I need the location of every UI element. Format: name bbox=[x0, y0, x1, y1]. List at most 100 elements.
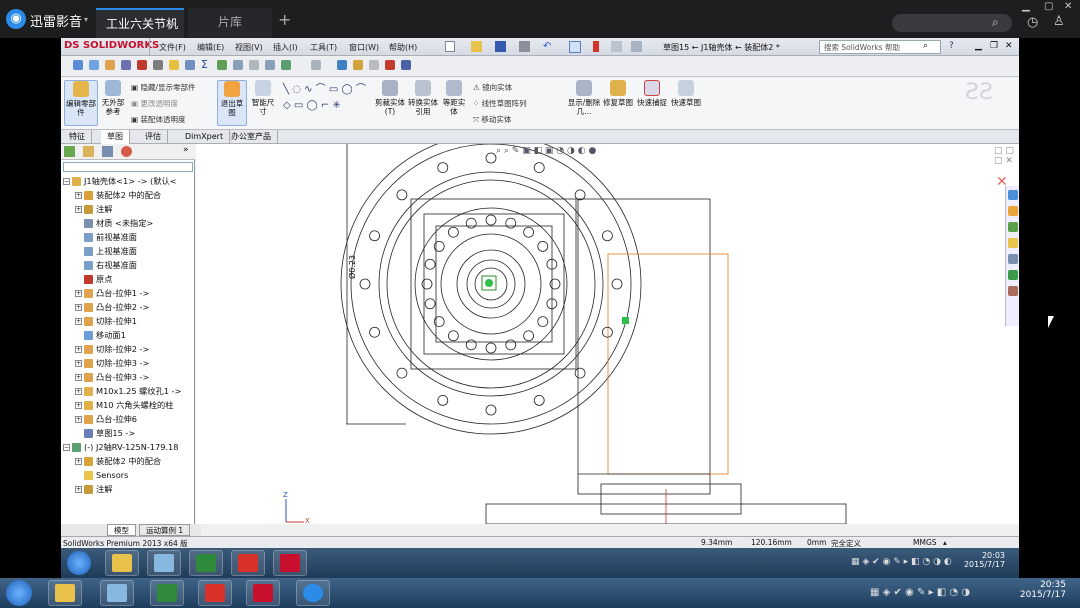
new-icon[interactable] bbox=[445, 41, 455, 52]
solidworks-taskbar-icon[interactable] bbox=[246, 580, 280, 606]
tree-expander-icon[interactable]: + bbox=[75, 346, 82, 353]
mirror-entities[interactable]: ⚠ 镜向实体 bbox=[473, 82, 512, 93]
paint-icon[interactable] bbox=[147, 550, 181, 576]
user-icon[interactable]: ♙ bbox=[1053, 14, 1065, 29]
start-orb-icon[interactable] bbox=[67, 551, 91, 575]
tree-item[interactable]: 原点 bbox=[63, 272, 197, 286]
linear-pattern[interactable]: ⁘ 线性草图阵列 bbox=[473, 98, 527, 109]
menu-help[interactable]: 帮助(H) bbox=[389, 42, 417, 53]
menu-tools[interactable]: 工具(T) bbox=[310, 42, 337, 53]
tree-expander-icon[interactable]: + bbox=[75, 458, 82, 465]
move-entities[interactable]: ⤧ 移动实体 bbox=[473, 114, 511, 125]
search-icon[interactable]: ⌕ bbox=[992, 15, 999, 30]
tree-expander-icon[interactable]: + bbox=[75, 318, 82, 325]
tab-model[interactable]: 模型 bbox=[107, 524, 136, 536]
options-icon[interactable] bbox=[631, 41, 642, 52]
tree-item[interactable]: + 装配体2 中的配合 bbox=[63, 454, 197, 468]
toolbar-icon[interactable] bbox=[105, 60, 115, 70]
menu-window[interactable]: 窗口(W) bbox=[349, 42, 379, 53]
quick-snaps-button[interactable]: 快速捕捉 bbox=[637, 80, 667, 107]
toolbar-icon[interactable] bbox=[281, 60, 291, 70]
toolbar-icon[interactable] bbox=[385, 60, 395, 70]
exit-sketch-button[interactable]: 退出草图 bbox=[217, 80, 247, 126]
toolbar-icon[interactable] bbox=[353, 60, 363, 70]
hide-show-components[interactable]: ▣ 隐藏/显示零部件 bbox=[131, 82, 196, 93]
tree-item[interactable]: + 凸台-拉伸1 -> bbox=[63, 286, 197, 300]
toolbar-icon[interactable] bbox=[401, 60, 411, 70]
tree-item[interactable]: + 凸台-拉伸2 -> bbox=[63, 300, 197, 314]
tree-expander-icon[interactable]: + bbox=[75, 374, 82, 381]
acrobat-icon[interactable] bbox=[231, 550, 265, 576]
toolbar-icon[interactable] bbox=[337, 60, 347, 70]
player-tab-active[interactable]: 工业六关节机 × bbox=[96, 8, 184, 38]
edit-part-button[interactable]: 编辑零部件 bbox=[64, 80, 98, 126]
toolbar-icon[interactable] bbox=[169, 60, 179, 70]
tray-icons[interactable]: ▦ ◈ ✔ ◉ ✎ ▸ ◧ ◔ ◑ bbox=[870, 587, 970, 598]
cad-drawing[interactable]: Ø0.23 Z X bbox=[196, 144, 1019, 524]
tree-item[interactable]: 草图15 -> bbox=[63, 426, 197, 440]
undo-icon[interactable]: ↶ bbox=[543, 41, 554, 52]
tab-sketch[interactable]: 草图 bbox=[101, 130, 130, 144]
tray-icons[interactable]: ▦ ◈ ✔ ◉ ✎ ▸ ◧ ◔ ◑ ◐ bbox=[851, 557, 952, 567]
toolbar-icon[interactable] bbox=[311, 60, 321, 70]
rebuild-icon[interactable] bbox=[593, 41, 599, 52]
acrobat-icon[interactable] bbox=[198, 580, 232, 606]
heads-up-view-toolbar[interactable]: ⌕ ⌕ ✎ ▣ ◧ ▣ ◔ ◑ ◐ ● bbox=[496, 146, 596, 156]
tree-item[interactable]: + 注解 bbox=[63, 482, 197, 496]
feature-tree-icon[interactable] bbox=[64, 146, 75, 157]
maximize-icon[interactable]: ▢ bbox=[1044, 1, 1053, 12]
toolbar-icon[interactable] bbox=[249, 60, 259, 70]
task-pane-icon[interactable] bbox=[1008, 190, 1018, 200]
change-transparency[interactable]: ▣ 更改透明度 bbox=[131, 98, 178, 109]
search-icon[interactable]: ⌕ bbox=[923, 41, 928, 51]
trim-entities-button[interactable]: 剪裁实体(T) bbox=[375, 80, 405, 116]
smart-dimension-button[interactable]: 智能尺寸 bbox=[249, 80, 277, 116]
toolbar-icon[interactable] bbox=[369, 60, 379, 70]
task-pane-icon[interactable] bbox=[1008, 222, 1018, 232]
player-add-tab-icon[interactable]: + bbox=[278, 10, 291, 29]
offset-entities-button[interactable]: 等距实体 bbox=[441, 80, 467, 116]
tree-expander-icon[interactable]: + bbox=[75, 192, 82, 199]
history-icon[interactable]: ◷ bbox=[1027, 15, 1038, 30]
explorer-icon[interactable] bbox=[105, 550, 139, 576]
sketch-entity-tools[interactable]: ╲ ◌ ∿ ⌒ ▭ ◯ ⌒ ◇ ▭ ◯ ⌐ ✳ bbox=[283, 82, 373, 114]
tree-item[interactable]: + M10x1.25 螺纹孔1 -> bbox=[63, 384, 197, 398]
toolbar-icon[interactable] bbox=[89, 60, 99, 70]
menu-file[interactable]: 文件(F) bbox=[159, 42, 186, 53]
tree-expander-icon[interactable]: + bbox=[75, 402, 82, 409]
task-pane-icon[interactable] bbox=[1008, 286, 1018, 296]
select-icon[interactable] bbox=[569, 41, 581, 53]
tab-office-products[interactable]: 办公室产品 bbox=[225, 130, 278, 144]
solidworks-taskbar-icon[interactable] bbox=[273, 550, 307, 576]
tree-expander-icon[interactable]: + bbox=[75, 486, 82, 493]
tree-item[interactable]: − J1轴壳体<1> -> (默认< bbox=[63, 174, 197, 188]
system-clock[interactable]: 20:35 2015/7/17 bbox=[1010, 580, 1066, 600]
tree-expander-icon[interactable]: + bbox=[75, 290, 82, 297]
unit-system[interactable]: MMGS bbox=[913, 538, 937, 547]
expand-panel-icon[interactable]: » bbox=[183, 145, 189, 155]
menu-insert[interactable]: 插入(I) bbox=[273, 42, 298, 53]
display-delete-relations-button[interactable]: 显示/删除几... bbox=[567, 80, 601, 116]
tab-evaluate[interactable]: 评估 bbox=[139, 130, 168, 144]
tree-expander-icon[interactable]: − bbox=[63, 444, 70, 451]
toolbar-icon[interactable] bbox=[153, 60, 163, 70]
tree-item[interactable]: 右视基准面 bbox=[63, 258, 197, 272]
player-tab-library[interactable]: 片库 bbox=[188, 8, 272, 38]
tree-item[interactable]: − (-) J2轴RV-125N-179.18 bbox=[63, 440, 197, 454]
assembly-transparency[interactable]: ▣ 装配体透明度 bbox=[131, 114, 185, 125]
toolbar-icon[interactable] bbox=[185, 60, 195, 70]
player-menu-chevron-icon[interactable]: ▾ bbox=[84, 15, 88, 24]
tree-expander-icon[interactable]: − bbox=[63, 178, 70, 185]
toolbar-icon[interactable] bbox=[265, 60, 275, 70]
tab-dimxpert[interactable]: DimXpert bbox=[179, 130, 231, 144]
convert-entities-button[interactable]: 转换实体引用 bbox=[407, 80, 439, 116]
tree-item[interactable]: + M10 六角头螺栓的柱 bbox=[63, 398, 197, 412]
display-manager-icon[interactable] bbox=[121, 146, 132, 157]
property-manager-icon[interactable] bbox=[83, 146, 94, 157]
thunder-player-taskbar-icon[interactable] bbox=[296, 580, 330, 606]
excel-icon[interactable] bbox=[189, 550, 223, 576]
dimension-label[interactable]: Ø0.23 bbox=[347, 255, 357, 279]
tab-features[interactable]: 特征 bbox=[63, 130, 92, 144]
tree-filter-input[interactable] bbox=[63, 162, 193, 172]
minimize-icon[interactable]: ▁ bbox=[1022, 1, 1030, 12]
